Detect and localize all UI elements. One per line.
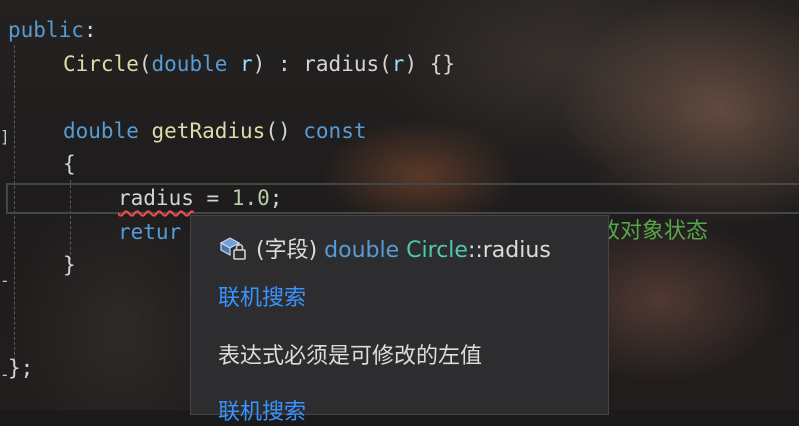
assign-operator: = bbox=[193, 186, 232, 210]
number-literal: 1.0 bbox=[231, 186, 270, 210]
code-line-2[interactable]: Circle(double r) : radius(r) {} bbox=[63, 48, 455, 81]
open-brace: { bbox=[63, 152, 76, 176]
tooltip-signature: (字段) double Circle::radius bbox=[218, 232, 551, 268]
quick-info-tooltip: (字段) double Circle::radius 联机搜索 表达式必须是可修… bbox=[190, 215, 609, 425]
semicolon: ; bbox=[269, 186, 283, 210]
paren: ( bbox=[379, 52, 392, 76]
online-search-link[interactable]: 联机搜索 bbox=[218, 280, 306, 312]
param-name: r bbox=[227, 52, 253, 76]
param-name: r bbox=[391, 52, 405, 76]
fold-marker-icon[interactable]: - bbox=[0, 264, 10, 298]
type-keyword: double bbox=[63, 119, 139, 143]
constructor-name: Circle bbox=[63, 52, 139, 76]
empty-body: {} bbox=[417, 52, 456, 76]
const-qualifier: const bbox=[303, 119, 367, 143]
fold-marker-icon[interactable]: ] bbox=[0, 120, 10, 154]
signature-member: radius bbox=[482, 238, 551, 263]
close-brace: } bbox=[63, 253, 76, 277]
code-line-3[interactable]: double getRadius() const bbox=[63, 115, 366, 148]
parens: () bbox=[265, 119, 291, 143]
paren: ) bbox=[252, 52, 266, 76]
signature-scope: :: bbox=[467, 238, 483, 263]
paren: ) bbox=[404, 52, 418, 76]
comment-fragment: 改对象状态 bbox=[598, 219, 709, 244]
code-line-1[interactable]: public: bbox=[8, 14, 97, 47]
field-lock-icon bbox=[218, 234, 248, 268]
colon: : bbox=[83, 18, 97, 42]
function-name: getRadius bbox=[151, 119, 266, 143]
code-line-8[interactable]: }; bbox=[8, 352, 33, 385]
member-name: radius bbox=[303, 52, 380, 76]
signature-type: double bbox=[324, 238, 400, 263]
return-keyword: retur bbox=[118, 220, 182, 244]
keyword-public: public bbox=[8, 18, 84, 42]
signature-class: Circle bbox=[406, 238, 468, 263]
code-line-7[interactable]: } bbox=[63, 249, 76, 282]
code-line-6[interactable]: retur bbox=[118, 216, 181, 249]
init-separator: : bbox=[265, 52, 304, 76]
signature-kind: (字段) bbox=[256, 238, 325, 263]
online-search-link-error[interactable]: 联机搜索 bbox=[218, 394, 306, 426]
class-close: }; bbox=[8, 356, 34, 380]
type-keyword: double bbox=[151, 52, 228, 76]
error-member-reference[interactable]: radius bbox=[118, 186, 194, 210]
code-line-5[interactable]: radius = 1.0; bbox=[118, 182, 282, 215]
paren: ( bbox=[138, 52, 152, 76]
error-message: 表达式必须是可修改的左值 bbox=[218, 344, 483, 369]
code-line-4[interactable]: { bbox=[63, 148, 76, 181]
